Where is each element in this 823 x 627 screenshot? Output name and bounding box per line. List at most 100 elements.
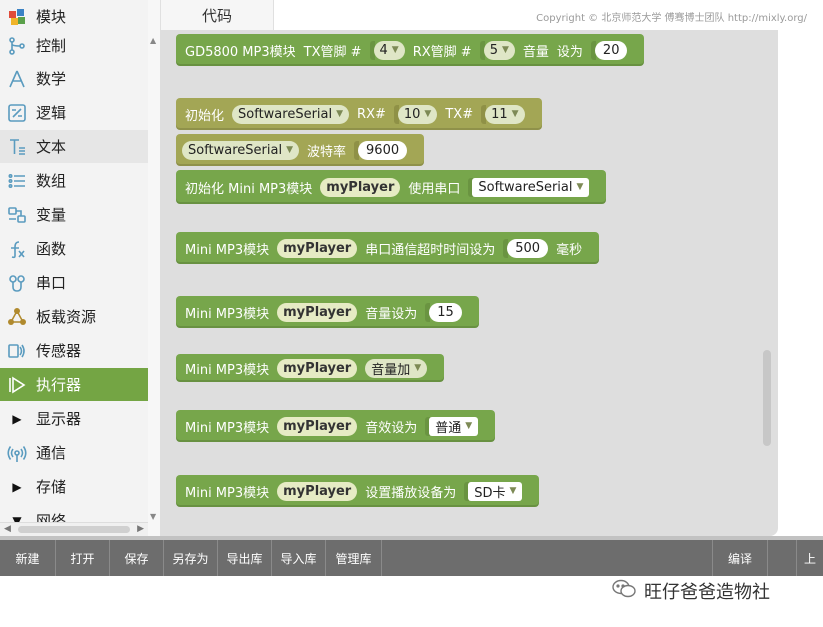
sidebar-item-display[interactable]: ▶ 显示器 <box>0 402 148 435</box>
new-button[interactable]: 新建 <box>0 540 56 576</box>
block-text: Mini MP3模块 <box>185 362 270 378</box>
save-button[interactable]: 保存 <box>110 540 164 576</box>
scroll-right-icon[interactable]: ▶ <box>137 524 144 534</box>
board-icon <box>6 306 28 328</box>
scroll-down-icon[interactable]: ▼ <box>150 512 156 521</box>
sidebar-item-label: 执行器 <box>36 376 82 394</box>
block-text: Mini MP3模块 <box>185 420 270 436</box>
rx-pin-dropdown[interactable]: 10 ▼ <box>397 104 438 124</box>
sidebar-item-text[interactable]: 文本 <box>0 130 148 163</box>
block-text: TX管脚 # <box>303 44 362 60</box>
bottom-toolbar: 新建 打开 保存 另存为 导出库 导入库 管理库 编译 上 <box>0 536 823 576</box>
watermark: 旺仔爸爸造物社 <box>612 576 770 606</box>
volume-input[interactable]: 20 <box>594 40 628 60</box>
block-volume-op[interactable]: Mini MP3模块 myPlayer 音量加 ▼ <box>176 354 445 382</box>
sidebar-item-label: 模块 <box>36 8 67 26</box>
import-lib-button[interactable]: 导入库 <box>272 540 326 576</box>
sidebar-item-label: 传感器 <box>36 342 82 360</box>
dropdown-arrow-icon: ▼ <box>336 109 344 119</box>
block-text: Mini MP3模块 <box>185 242 270 258</box>
player-variable[interactable]: myPlayer <box>277 358 358 378</box>
tx-pin-dropdown[interactable]: 11 ▼ <box>485 104 525 124</box>
volume-input[interactable]: 15 <box>429 302 462 322</box>
tab-bar: 代码 Copyright © 北京师范大学 傅骞博士团队 http://mixl… <box>160 0 823 31</box>
sidebar-item-math[interactable]: 数学 <box>0 62 148 95</box>
open-button[interactable]: 打开 <box>56 540 110 576</box>
rx-pin-dropdown[interactable]: 5 ▼ <box>483 40 515 60</box>
sidebar-horizontal-scrollbar[interactable]: ◀ ▶ <box>0 522 148 537</box>
puzzle-icon <box>6 6 28 28</box>
player-variable[interactable]: myPlayer <box>277 481 358 501</box>
block-set-volume[interactable]: Mini MP3模块 myPlayer 音量设为 15 <box>176 296 479 328</box>
sidebar-item-network[interactable]: ▼ 网络 <box>0 504 148 522</box>
block-serial-baud[interactable]: SoftwareSerial ▼ 波特率 9600 <box>176 134 425 166</box>
player-variable[interactable]: myPlayer <box>277 238 358 258</box>
sidebar-item-control[interactable]: 控制 <box>0 29 148 62</box>
block-set-eq[interactable]: Mini MP3模块 myPlayer 音效设为 普通 ▼ <box>176 410 496 442</box>
sidebar-item-label: 网络 <box>36 512 67 522</box>
sidebar-item-communication[interactable]: 通信 <box>0 436 148 469</box>
block-text: 设置播放设备为 <box>365 485 457 501</box>
block-gd5800-mp3[interactable]: GD5800 MP3模块 TX管脚 # 4 ▼ RX管脚 # 5 ▼ 音量 设为 2… <box>176 34 645 66</box>
block-set-device[interactable]: Mini MP3模块 myPlayer 设置播放设备为 SD卡 ▼ <box>176 475 540 507</box>
baud-rate-input[interactable]: 9600 <box>358 140 408 160</box>
block-text: Mini MP3模块 <box>185 485 270 501</box>
player-variable[interactable]: myPlayer <box>320 177 401 197</box>
list-icon <box>6 170 28 192</box>
serial-type-dropdown[interactable]: SoftwareSerial ▼ <box>182 140 300 160</box>
sidebar-item-board[interactable]: 板载资源 <box>0 300 148 333</box>
block-init-software-serial[interactable]: 初始化 SoftwareSerial ▼ RX# 10 ▼ TX# 11 ▼ <box>176 98 542 130</box>
wechat-icon <box>612 579 636 604</box>
sidebar-item-actuator[interactable]: 执行器 <box>0 368 148 401</box>
sidebar-vertical-scrollbar[interactable]: ▲ ▼ <box>148 0 160 536</box>
scrollbar-thumb[interactable] <box>18 526 130 533</box>
block-flyout: GD5800 MP3模块 TX管脚 # 4 ▼ RX管脚 # 5 ▼ 音量 设为 2… <box>160 30 778 536</box>
tab-code[interactable]: 代码 <box>160 0 274 31</box>
block-text: 波特率 <box>307 144 347 160</box>
sidebar-item-storage[interactable]: ▶ 存储 <box>0 470 148 503</box>
logic-icon <box>6 102 28 124</box>
timeout-input[interactable]: 500 <box>507 238 549 258</box>
sidebar-item-label: 显示器 <box>36 410 82 428</box>
flyout-scrollbar[interactable] <box>763 350 771 446</box>
dropdown-arrow-icon: ▼ <box>465 421 473 431</box>
save-as-button[interactable]: 另存为 <box>164 540 218 576</box>
compass-icon <box>6 68 28 90</box>
sidebar-item-array[interactable]: 数组 <box>0 164 148 197</box>
device-dropdown[interactable]: SD卡 ▼ <box>468 481 523 501</box>
compile-button[interactable]: 编译 <box>712 540 768 576</box>
player-variable[interactable]: myPlayer <box>277 302 358 322</box>
sidebar-item-variable[interactable]: 变量 <box>0 198 148 231</box>
block-text: GD5800 MP3模块 <box>185 44 296 60</box>
serial-type-dropdown[interactable]: SoftwareSerial ▼ <box>232 104 350 124</box>
block-init-mini-mp3[interactable]: 初始化 Mini MP3模块 myPlayer 使用串口 SoftwareSer… <box>176 170 607 204</box>
block-text: 音量 <box>522 44 549 60</box>
sidebar-item-logic[interactable]: 逻辑 <box>0 96 148 129</box>
sidebar-item-label: 文本 <box>36 138 67 156</box>
serial-port-dropdown[interactable]: SoftwareSerial ▼ <box>472 177 590 197</box>
player-variable[interactable]: myPlayer <box>277 416 358 436</box>
block-workspace[interactable]: GD5800 MP3模块 TX管脚 # 4 ▼ RX管脚 # 5 ▼ 音量 设为 2… <box>160 30 823 536</box>
block-text: 音量设为 <box>365 306 418 322</box>
scroll-up-icon[interactable]: ▲ <box>150 36 156 45</box>
sidebar-item-sensor[interactable]: 传感器 <box>0 334 148 367</box>
scroll-left-icon[interactable]: ◀ <box>4 524 11 534</box>
block-text: 初始化 Mini MP3模块 <box>185 181 313 197</box>
tx-pin-dropdown[interactable]: 4 ▼ <box>373 40 405 60</box>
sidebar-item-function[interactable]: 函数 <box>0 232 148 265</box>
manage-lib-button[interactable]: 管理库 <box>326 540 382 576</box>
block-text: TX# <box>445 106 474 122</box>
block-serial-timeout[interactable]: Mini MP3模块 myPlayer 串口通信超时时间设为 500 毫秒 <box>176 232 600 264</box>
text-icon <box>6 136 28 158</box>
dropdown-arrow-icon: ▼ <box>424 109 432 119</box>
block-text: 毫秒 <box>556 242 583 258</box>
block-text: RX# <box>357 106 386 122</box>
dropdown-arrow-icon: ▼ <box>511 109 519 119</box>
upload-button[interactable]: 上 <box>796 540 823 576</box>
sidebar-item-label: 板载资源 <box>36 308 97 326</box>
eq-dropdown[interactable]: 普通 ▼ <box>429 416 479 436</box>
export-lib-button[interactable]: 导出库 <box>218 540 272 576</box>
sidebar-item-serial[interactable]: 串口 <box>0 266 148 299</box>
block-text: 设为 <box>556 44 583 60</box>
volume-op-dropdown[interactable]: 音量加 ▼ <box>365 358 428 378</box>
